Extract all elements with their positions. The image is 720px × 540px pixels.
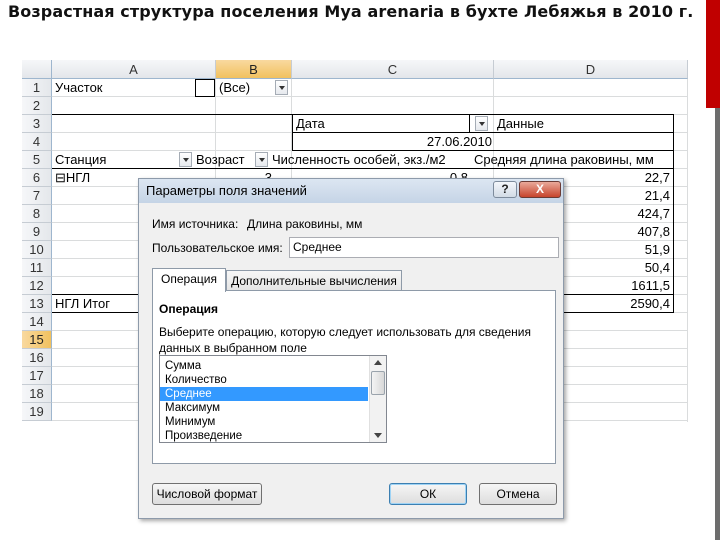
operation-option-selected[interactable]: Среднее xyxy=(160,387,368,401)
row-header[interactable]: 1 xyxy=(22,79,52,97)
pivot-border xyxy=(469,114,470,132)
cell-d-value[interactable]: 50,4 xyxy=(582,259,670,277)
filter-dropdown-icon[interactable] xyxy=(475,116,488,131)
column-header-a[interactable]: A xyxy=(52,60,216,79)
cell-d-value[interactable]: 2590,4 xyxy=(582,295,670,313)
row-header-selected[interactable]: 15 xyxy=(22,331,52,349)
tab-operation[interactable]: Операция xyxy=(152,268,226,292)
row-header[interactable]: 10 xyxy=(22,241,52,259)
cell-d-value[interactable]: 21,4 xyxy=(582,187,670,205)
pivot-border xyxy=(292,114,293,150)
operation-option[interactable]: Минимум xyxy=(160,415,368,429)
operation-section-title: Операция xyxy=(159,302,219,316)
row-header[interactable]: 17 xyxy=(22,367,52,385)
cell-b1[interactable]: (Все) xyxy=(219,79,250,97)
column-header-b[interactable]: B xyxy=(216,60,292,79)
scrollbar-thumb[interactable] xyxy=(371,371,385,395)
cell-d-value[interactable]: 424,7 xyxy=(582,205,670,223)
operation-option[interactable]: Максимум xyxy=(160,401,368,415)
row-header[interactable]: 19 xyxy=(22,403,52,421)
operation-option[interactable]: Количество xyxy=(160,373,368,387)
operation-option[interactable]: Сумма xyxy=(160,359,368,373)
custom-name-input[interactable]: Среднее xyxy=(289,237,559,258)
cell-d-value[interactable]: 1611,5 xyxy=(582,277,670,295)
row-header[interactable]: 6 xyxy=(22,169,52,187)
number-format-button[interactable]: Числовой формат xyxy=(152,483,262,505)
accent-bar-red xyxy=(706,0,720,108)
page-field-box xyxy=(195,79,215,97)
operation-description: данных в выбранном поле xyxy=(159,341,307,355)
cell-d-value[interactable]: 407,8 xyxy=(582,223,670,241)
row-header[interactable]: 12 xyxy=(22,277,52,295)
cell-a13[interactable]: НГЛ Итог xyxy=(55,295,110,313)
operation-option[interactable]: Произведение xyxy=(160,429,368,442)
row-header[interactable]: 9 xyxy=(22,223,52,241)
column-header-c[interactable]: C xyxy=(292,60,494,79)
row-header[interactable]: 5 xyxy=(22,151,52,169)
row-header[interactable]: 4 xyxy=(22,133,52,151)
ok-button[interactable]: ОК xyxy=(389,483,467,505)
row-header[interactable]: 16 xyxy=(22,349,52,367)
cell-d5[interactable]: Средняя длина раковины, мм xyxy=(474,151,654,169)
operation-description: Выберите операцию, которую следует испол… xyxy=(159,325,531,339)
row-header[interactable]: 14 xyxy=(22,313,52,331)
operation-listbox[interactable]: Сумма Количество Среднее Максимум Миниму… xyxy=(159,355,387,443)
filter-dropdown-icon[interactable] xyxy=(275,80,288,95)
slide-title: Возрастная структура поселения Mya arena… xyxy=(8,2,694,21)
row-header[interactable]: 8 xyxy=(22,205,52,223)
cell-b5[interactable]: Возраст xyxy=(196,151,245,169)
row-header[interactable]: 11 xyxy=(22,259,52,277)
row-header[interactable]: 18 xyxy=(22,385,52,403)
tab-additional-calculations[interactable]: Дополнительные вычисления xyxy=(226,270,402,292)
pivot-border xyxy=(673,114,674,312)
cell-c4[interactable]: 27.06.2010 xyxy=(392,133,492,151)
column-header-d[interactable]: D xyxy=(494,60,688,79)
filter-dropdown-icon[interactable] xyxy=(179,152,192,167)
source-name-value: Длина раковины, мм xyxy=(247,217,363,231)
cell-a5[interactable]: Станция xyxy=(55,151,106,169)
pivot-border xyxy=(52,114,674,115)
cancel-button[interactable]: Отмена xyxy=(479,483,557,505)
scroll-down-icon[interactable] xyxy=(374,433,382,438)
source-name-label: Имя источника: xyxy=(152,217,239,231)
cell-c3[interactable]: Дата xyxy=(296,115,325,133)
cell-a6[interactable]: ⊟НГЛ xyxy=(55,169,90,187)
accent-bar-gray xyxy=(715,108,720,540)
gridline xyxy=(52,96,688,97)
cell-a1[interactable]: Участок xyxy=(55,79,103,97)
select-all-corner[interactable] xyxy=(22,60,52,79)
custom-name-label: Пользовательское имя: xyxy=(152,241,283,255)
cell-d3[interactable]: Данные xyxy=(497,115,544,133)
cell-d-value[interactable]: 22,7 xyxy=(582,169,670,187)
dialog-title: Параметры поля значений xyxy=(146,183,307,198)
cell-d-value[interactable]: 51,9 xyxy=(582,241,670,259)
filter-dropdown-icon[interactable] xyxy=(255,152,268,167)
close-icon[interactable]: X xyxy=(519,181,561,198)
value-field-settings-dialog[interactable]: Параметры поля значений ? X Имя источник… xyxy=(138,178,564,519)
row-header[interactable]: 13 xyxy=(22,295,52,313)
cell-c5[interactable]: Численность особей, экз./м2 xyxy=(272,151,446,169)
row-header[interactable]: 7 xyxy=(22,187,52,205)
gridline xyxy=(687,79,688,422)
row-header[interactable]: 2 xyxy=(22,97,52,115)
row-header[interactable]: 3 xyxy=(22,115,52,133)
help-icon[interactable]: ? xyxy=(493,181,517,198)
scroll-up-icon[interactable] xyxy=(374,360,382,365)
listbox-scrollbar[interactable] xyxy=(369,356,386,442)
